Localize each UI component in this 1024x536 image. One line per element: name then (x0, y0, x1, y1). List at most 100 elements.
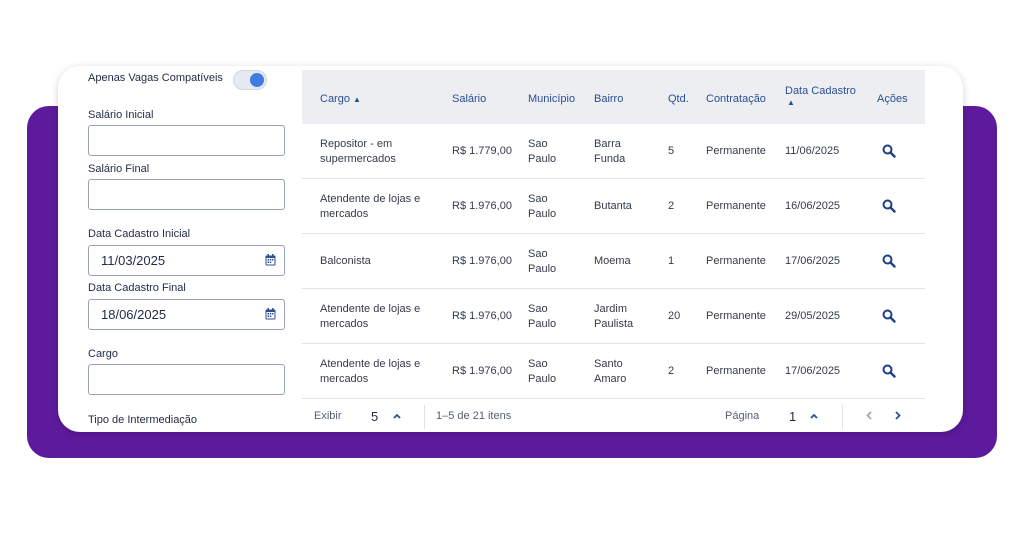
search-icon[interactable] (882, 199, 896, 213)
cell-salario: R$ 1.779,00 (452, 145, 512, 157)
cell-bairro-line: Funda (594, 153, 626, 165)
cell-qtd: 5 (668, 145, 675, 157)
exibir-label: Exibir (314, 410, 342, 422)
cell-bairro: Moema (594, 254, 631, 269)
cell-data: 16/06/2025 (785, 200, 841, 212)
salario-final-input[interactable] (88, 179, 285, 210)
pagination-bar: Exibir 5 1–5 de 21 itens Página 1 (302, 399, 925, 432)
cell-municipio-line: Sao (528, 248, 548, 260)
calendar-icon[interactable] (265, 254, 276, 266)
search-icon[interactable] (882, 254, 896, 268)
cell-cargo: Balconista (320, 254, 371, 269)
cell-municipio-line: Sao (528, 193, 548, 205)
data-inicial-input[interactable]: 11/03/2025 (88, 245, 285, 276)
header-data-cadastro[interactable]: Data Cadastro ▲︎ (785, 85, 856, 107)
salario-inicial-input[interactable] (88, 125, 285, 156)
cell-municipio-line: Sao (528, 303, 548, 315)
cell-data: 17/06/2025 (785, 365, 841, 377)
cargo-label: Cargo (88, 348, 118, 360)
cell-municipio: Sao Paulo (528, 192, 556, 222)
cell-bairro-line: Butanta (594, 200, 632, 212)
cell-bairro: Santo Amaro (594, 357, 626, 387)
header-cargo[interactable]: Cargo ▲︎ (320, 93, 361, 105)
cell-cargo-line: supermercados (320, 153, 396, 165)
page-number-select[interactable]: 1 (789, 409, 796, 424)
cargo-input[interactable] (88, 364, 285, 395)
header-contratacao: Contratação (706, 93, 766, 105)
cell-cargo-line: mercados (320, 373, 369, 385)
cell-contratacao: Permanente (706, 365, 766, 377)
header-qtd: Qtd. (668, 93, 689, 105)
cell-bairro: Barra Funda (594, 137, 625, 167)
cell-municipio-line: Paulo (528, 263, 557, 275)
cell-qtd: 2 (668, 200, 675, 212)
range-text: 1–5 de 21 itens (436, 410, 512, 422)
cell-data: 11/06/2025 (785, 145, 840, 157)
search-icon[interactable] (882, 364, 896, 378)
search-icon[interactable] (882, 144, 896, 158)
chevron-up-icon[interactable] (810, 413, 818, 419)
cell-municipio-line: Sao (528, 138, 548, 150)
data-inicial-value: 11/03/2025 (101, 253, 166, 268)
page-size-select[interactable]: 5 (371, 409, 378, 424)
chevron-up-icon[interactable] (393, 413, 401, 419)
cell-municipio-line: Sao (528, 358, 548, 370)
cell-cargo: Repositor - em supermercados (320, 137, 396, 167)
cell-cargo: Atendente de lojas e mercados (320, 357, 420, 387)
jobs-table: Cargo ▲︎ Salário Município Bairro Qtd. C… (302, 70, 925, 432)
header-salario: Salário (452, 93, 487, 105)
filter-panel: Apenas Vagas Compatíveis Salário Inicial… (58, 66, 298, 432)
chevron-right-icon[interactable] (895, 411, 901, 420)
cell-municipio: Sao Paulo (528, 302, 556, 332)
data-final-label: Data Cadastro Final (88, 282, 186, 294)
cell-cargo: Atendente de lojas e mercados (320, 302, 420, 332)
cell-bairro-line: Barra (594, 138, 621, 150)
cell-bairro-line: Jardim (594, 303, 628, 315)
cell-salario: R$ 1.976,00 (452, 310, 512, 322)
cell-contratacao: Permanente (706, 310, 766, 322)
data-inicial-label: Data Cadastro Inicial (88, 228, 191, 240)
cell-qtd: 2 (668, 365, 675, 377)
cell-bairro-line: Santo (594, 358, 623, 370)
job-search-card: Apenas Vagas Compatíveis Salário Inicial… (58, 66, 963, 432)
cell-salario: R$ 1.976,00 (452, 365, 512, 377)
header-bairro: Bairro (594, 93, 624, 105)
table-header: Cargo ▲︎ Salário Município Bairro Qtd. C… (302, 70, 925, 124)
compatible-jobs-toggle-row: Apenas Vagas Compatíveis (88, 72, 223, 84)
intermediacao-label: Tipo de Intermediação (88, 414, 198, 426)
cell-salario: R$ 1.976,00 (452, 200, 512, 212)
cell-cargo-line: Atendente de lojas e (320, 193, 421, 205)
data-final-input[interactable]: 18/06/2025 (88, 299, 285, 330)
cell-municipio: Sao Paulo (528, 357, 556, 387)
sort-arrows-icon: ▲︎ (353, 95, 361, 104)
cell-cargo-line: mercados (320, 318, 369, 330)
divider (842, 405, 843, 429)
search-icon[interactable] (882, 309, 896, 323)
cell-municipio-line: Paulo (528, 318, 557, 330)
table-row: Balconista R$ 1.976,00 Sao Paulo Moema 1 Perma… (302, 234, 925, 289)
sort-arrows-icon: ▲︎ (787, 98, 795, 107)
cell-municipio-line: Paulo (528, 373, 557, 385)
cell-qtd: 1 (668, 255, 675, 267)
cell-cargo-line: Balconista (320, 255, 371, 267)
cell-contratacao: Permanente (706, 145, 766, 157)
cell-bairro-line: Moema (594, 255, 631, 267)
cell-bairro-line: Amaro (594, 373, 627, 385)
toggle-knob (250, 73, 264, 87)
table-row: Atendente de lojas e mercados R$ 1.976,00 S… (302, 289, 925, 344)
calendar-icon[interactable] (265, 308, 276, 320)
data-final-value: 18/06/2025 (101, 307, 167, 322)
cell-qtd: 20 (668, 310, 681, 322)
cell-cargo-line: mercados (320, 208, 369, 220)
cell-bairro: Butanta (594, 199, 632, 214)
cell-bairro: Jardim Paulista (594, 302, 633, 332)
salario-final-label: Salário Final (88, 163, 150, 175)
cell-cargo: Atendente de lojas e mercados (320, 192, 420, 222)
compatible-jobs-toggle[interactable] (233, 70, 267, 90)
table-row: Atendente de lojas e mercados R$ 1.976,00 S… (302, 344, 925, 399)
chevron-left-icon[interactable] (866, 411, 872, 420)
cell-bairro-line: Paulista (594, 318, 634, 330)
table-row: Atendente de lojas e mercados R$ 1.976,00 S… (302, 179, 925, 234)
header-cargo-label: Cargo (320, 93, 350, 105)
cell-cargo-line: Atendente de lojas e (320, 358, 421, 370)
